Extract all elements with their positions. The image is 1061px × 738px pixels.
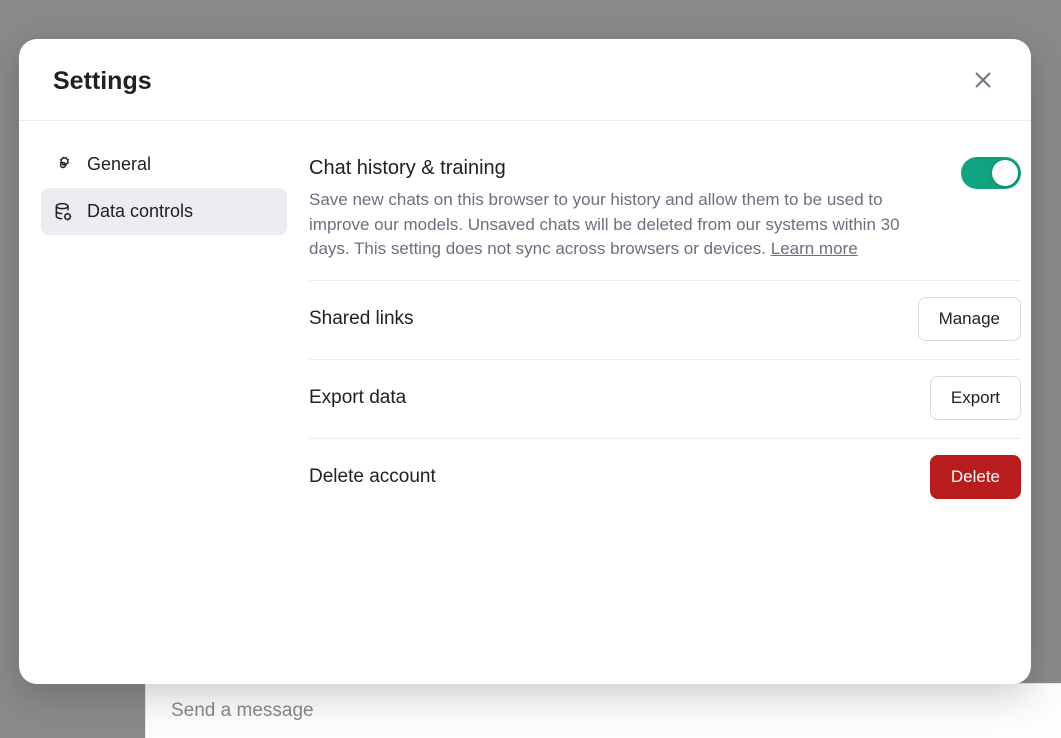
sidebar-item-general[interactable]: General	[41, 141, 287, 188]
settings-content: Chat history & training Save new chats o…	[309, 121, 1031, 684]
delete-button[interactable]: Delete	[930, 455, 1021, 499]
sidebar-item-data-controls[interactable]: Data controls	[41, 188, 287, 235]
database-icon	[53, 202, 73, 222]
close-icon	[972, 69, 994, 94]
section-title: Shared links	[309, 308, 898, 330]
toggle-thumb	[992, 160, 1018, 186]
settings-modal: Settings General	[19, 39, 1031, 684]
modal-body: General Data controls	[19, 121, 1031, 684]
message-input-background: Send a message	[145, 683, 1061, 738]
section-delete-account: Delete account Delete	[309, 439, 1021, 517]
section-title: Export data	[309, 387, 910, 409]
sidebar-item-label: Data controls	[87, 201, 193, 222]
gear-icon	[53, 155, 73, 175]
modal-header: Settings	[19, 39, 1031, 121]
section-description: Save new chats on this browser to your h…	[309, 188, 941, 262]
section-chat-history: Chat history & training Save new chats o…	[309, 141, 1021, 281]
manage-button[interactable]: Manage	[918, 297, 1021, 341]
learn-more-link[interactable]: Learn more	[771, 239, 858, 258]
chat-history-toggle[interactable]	[961, 157, 1021, 189]
sidebar-item-label: General	[87, 154, 151, 175]
section-export-data: Export data Export	[309, 360, 1021, 439]
message-input-placeholder: Send a message	[171, 700, 314, 722]
close-button[interactable]	[969, 68, 997, 96]
modal-title: Settings	[53, 67, 152, 96]
settings-sidebar: General Data controls	[19, 121, 309, 684]
section-title: Delete account	[309, 466, 910, 488]
export-button[interactable]: Export	[930, 376, 1021, 420]
section-title: Chat history & training	[309, 157, 941, 180]
section-shared-links: Shared links Manage	[309, 281, 1021, 360]
